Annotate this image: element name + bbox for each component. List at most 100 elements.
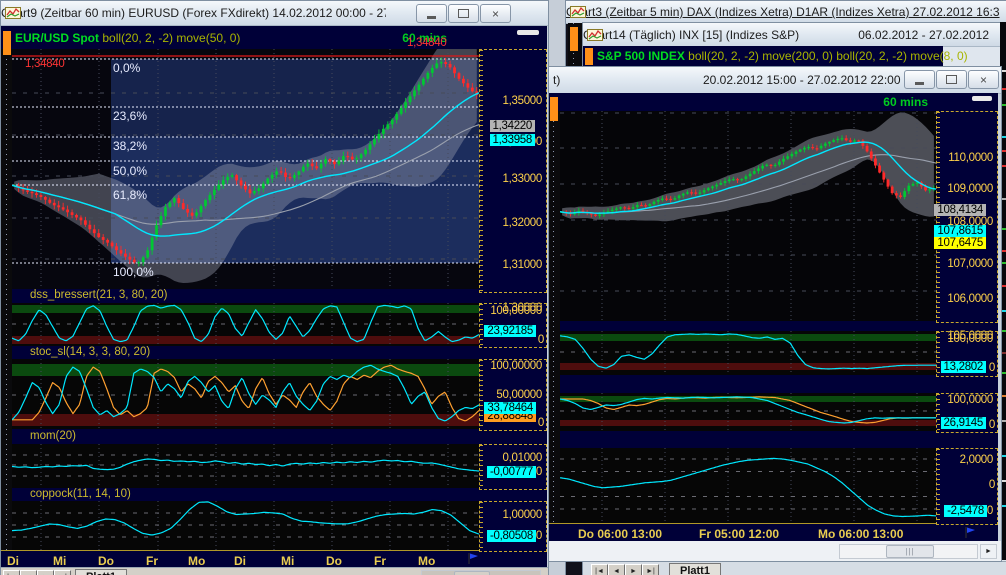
- sp500-main-chart[interactable]: [560, 111, 936, 321]
- chart-window-icon: [5, 7, 21, 19]
- oscC-value: -2,5478: [944, 505, 987, 517]
- dss-label: dss_bressert(21, 3, 80, 20): [30, 289, 168, 301]
- eurusd-main-scale[interactable]: 1,350001,340001,330001,320001,310001,300…: [479, 49, 547, 314]
- axis-label: Do: [326, 554, 342, 568]
- tab-nav-last-button[interactable]: ►|: [642, 564, 659, 575]
- sp500-price-scale[interactable]: 110,0000 109,0000 108,0000 107,0000 106,0000…: [934, 93, 998, 541]
- axis-label: Mi: [281, 554, 295, 568]
- sp500-time-axis: Do 06:00 13:00 Fr 05:00 12:00 Mo 06:00 13:…: [548, 523, 936, 542]
- price-box-last: 107,8615: [934, 225, 986, 237]
- chart9-titlebar[interactable]: Chart9 (Zeitbar 60 min) EURUSD (Forex FX…: [1, 1, 548, 26]
- chart-window-icon: [570, 6, 586, 18]
- coppock-oscillator[interactable]: [12, 501, 479, 550]
- collapse-grip[interactable]: [517, 30, 539, 35]
- tab-nav-prev-button[interactable]: ◄: [608, 564, 625, 575]
- oscB-scale[interactable]: 100,0000 0 26,9145: [936, 393, 998, 433]
- scale-tick: 106,0000: [947, 293, 993, 305]
- scale-tick: 1,35000: [502, 95, 543, 107]
- chart14-series-marker[interactable]: [585, 48, 593, 65]
- mom-scale[interactable]: 0,01000 0,00000 -0,00777: [479, 444, 547, 490]
- coppock-label: coppock(11, 14, 10): [30, 488, 131, 500]
- chart3-series-marker[interactable]: [570, 27, 578, 51]
- scrollbar-thumb[interactable]: [454, 571, 490, 575]
- chart9-tabbar: |◄ ◄ ► ►| Platt1: [1, 567, 548, 575]
- tab-platt1[interactable]: Platt1: [75, 569, 127, 575]
- mom-label-strip: mom(20): [12, 429, 479, 444]
- sp500-title-fragment: t): [553, 73, 561, 87]
- horizontal-scrollbar[interactable]: |||: [839, 544, 978, 559]
- axis-label: Do 06:00 13:00: [578, 527, 663, 541]
- scale-tick: 100,00000: [490, 305, 542, 317]
- scale-tick: 100,00000: [490, 360, 542, 372]
- chart3-titlebar[interactable]: Chart3 (Zeitbar 5 min) DAX (Indizes Xetr…: [566, 1, 1006, 24]
- price-line-label-right: 1,34840: [407, 37, 447, 49]
- chart14-symbol: S&P 500 INDEX: [597, 49, 685, 63]
- sp500-period: 20.02.2012 15:00 - 27.02.2012 22:00: [703, 73, 901, 87]
- scale-tick: 100,0000: [947, 394, 993, 406]
- scale-tick: 0: [988, 419, 995, 431]
- chart9-indicators: boll(20, 2, -2) move(50, 0): [102, 31, 241, 45]
- chart9-series-marker[interactable]: [3, 31, 11, 55]
- sp500-main-scale[interactable]: 110,0000 109,0000 108,0000 107,0000 106,0000…: [936, 111, 998, 342]
- flag-icon[interactable]: [467, 552, 480, 565]
- minimize-button[interactable]: [904, 70, 935, 89]
- tab-nav-next-button[interactable]: ►: [625, 564, 642, 575]
- stoc-label: stoc_sl(14, 3, 3, 80, 20): [30, 346, 151, 358]
- window-chart9: Chart9 (Zeitbar 60 min) EURUSD (Forex FX…: [0, 0, 549, 575]
- sp500-oscillator-b[interactable]: [560, 393, 936, 431]
- eurusd-price-scale[interactable]: 1,350001,340001,330001,320001,310001,300…: [479, 49, 547, 567]
- scrollbar-thumb[interactable]: |||: [886, 545, 934, 558]
- dss-value: 23,92185: [484, 325, 536, 337]
- chart14-tabbar: |◄ ◄ ► ►| Platt1: [583, 561, 1006, 575]
- dss-scale[interactable]: 100,00000 0 23,92185: [479, 303, 547, 348]
- tab-platt1[interactable]: Platt1: [669, 563, 721, 575]
- tab-nav-first-button[interactable]: |◄: [3, 570, 20, 575]
- mom-oscillator[interactable]: [12, 444, 479, 488]
- restore-button[interactable]: [448, 4, 479, 23]
- axis-label: Do: [98, 554, 114, 568]
- price-box-last: 1,33958: [489, 134, 535, 146]
- scale-tick: 110,0000: [948, 152, 993, 164]
- scale-tick: 0: [537, 334, 544, 346]
- scale-tick: 50,00000: [496, 389, 542, 401]
- chart14-period: 06.02.2012 - 27.02.2012: [858, 27, 989, 42]
- scale-tick: 1,33000: [502, 173, 543, 185]
- restore-button[interactable]: [936, 70, 967, 89]
- price-box-alert: 107,6475: [934, 237, 986, 249]
- tab-nav-prev-button[interactable]: ◄: [20, 570, 37, 575]
- collapse-grip[interactable]: [972, 96, 992, 101]
- minimize-button[interactable]: [416, 4, 447, 23]
- stoc-oscillator[interactable]: [12, 359, 479, 429]
- scale-tick: 0: [988, 362, 995, 374]
- tab-nav-next-button[interactable]: ►: [37, 570, 54, 575]
- close-button[interactable]: ×: [480, 4, 511, 23]
- chart14-titlebar[interactable]: Chart14 (Täglich) INX [15] (Indizes S&P)…: [583, 23, 1006, 47]
- flag-icon[interactable]: [964, 526, 977, 539]
- coppock-label-strip: coppock(11, 14, 10): [12, 488, 479, 501]
- horizontal-scrollbar[interactable]: [421, 570, 541, 575]
- restore-icon: [458, 9, 469, 18]
- oscA-scale[interactable]: 100,0000 0 13,2802: [936, 331, 998, 377]
- stoc-scale[interactable]: 100,00000 50,00000 28,88848 33,78464 0: [479, 359, 547, 431]
- coppock-scale[interactable]: 1,00000 0,00000 -0,80508: [479, 501, 547, 552]
- window-sp500: t) 20.02.2012 15:00 - 27.02.2012 22:00 ×…: [547, 66, 1002, 562]
- scroll-right-button[interactable]: ►: [980, 544, 997, 559]
- sp500-grip-strip: [548, 111, 560, 541]
- dss-label-strip: dss_bressert(21, 3, 80, 20): [12, 289, 479, 303]
- scale-tick: 107,0000: [947, 258, 993, 270]
- dss-oscillator[interactable]: [12, 303, 479, 346]
- scale-tick: 0: [988, 479, 995, 491]
- sp500-oscillator-a[interactable]: [560, 331, 936, 375]
- sp500-titlebar[interactable]: t) 20.02.2012 15:00 - 27.02.2012 22:00 ×: [548, 67, 1001, 94]
- eurusd-main-chart[interactable]: [12, 49, 479, 289]
- mom-label: mom(20): [30, 430, 77, 442]
- oscA-value: 13,2802: [940, 361, 986, 373]
- tab-nav-first-button[interactable]: |◄: [591, 564, 608, 575]
- sp500-series-marker[interactable]: [550, 97, 558, 121]
- tab-nav-last-button[interactable]: ►|: [54, 570, 71, 575]
- close-button[interactable]: ×: [968, 70, 999, 89]
- oscC-scale[interactable]: 2,0000 0 -2,0000 -2,5478: [936, 448, 998, 525]
- chart14-title: Chart14 (Täglich) INX [15] (Indizes S&P): [583, 27, 800, 42]
- sp500-oscillator-c[interactable]: [560, 448, 936, 523]
- axis-label: Mo: [418, 554, 436, 568]
